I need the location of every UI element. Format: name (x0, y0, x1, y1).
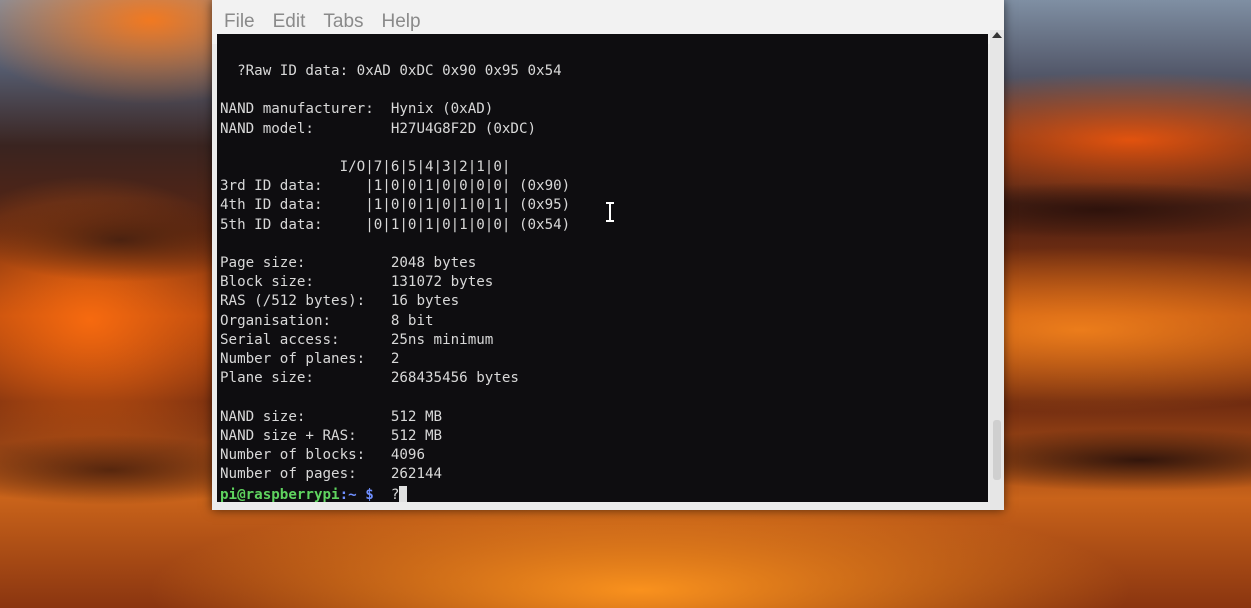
menu-file[interactable]: File (224, 11, 255, 33)
prompt-input: ? (373, 487, 400, 502)
terminal-line: NAND manufacturer: Hynix (0xAD) (220, 101, 494, 118)
terminal-area[interactable]: ?Raw ID data: 0xAD 0xDC 0x90 0x95 0x54 N… (217, 34, 988, 502)
terminal-window: File Edit Tabs Help ?Raw ID data: 0xAD 0… (212, 0, 1004, 510)
prompt-user-host: pi@raspberrypi (220, 487, 340, 502)
terminal-line: ?Raw ID data: 0xAD 0xDC 0x90 0x95 0x54 (237, 63, 562, 79)
vertical-scrollbar[interactable] (990, 30, 1004, 510)
scrollbar-thumb[interactable] (993, 420, 1001, 480)
terminal-line: I/O|7|6|5|4|3|2|1|0| (339, 159, 511, 176)
terminal-line: 5th ID data: |0|1|0|1|0|1|0|0| (0x54) (220, 216, 571, 233)
terminal-line: Number of planes: 2 (220, 351, 400, 368)
scroll-up-arrow-icon[interactable] (992, 32, 1002, 38)
text-cursor (399, 486, 408, 502)
terminal-line: Organisation: 8 bit (220, 312, 434, 329)
menu-edit[interactable]: Edit (273, 11, 306, 33)
ibeam-cursor-icon (606, 202, 614, 222)
terminal-output: ?Raw ID data: 0xAD 0xDC 0x90 0x95 0x54 N… (220, 62, 570, 484)
menu-help[interactable]: Help (382, 11, 421, 33)
menu-tabs[interactable]: Tabs (323, 11, 363, 33)
prompt-path: :~ $ (339, 487, 374, 502)
terminal-line: 3rd ID data: |1|0|0|1|0|0|0|0| (0x90) (220, 178, 571, 195)
command-prompt[interactable]: pi@raspberrypi:~ $ ? (220, 486, 408, 502)
terminal-line: NAND size: 512 MB (220, 408, 443, 425)
terminal-line: Serial access: 25ns minimum (220, 331, 494, 348)
terminal-line: Number of pages: 262144 (220, 466, 443, 483)
terminal-line: 4th ID data: |1|0|0|1|0|1|0|1| (0x95) (220, 197, 571, 214)
terminal-line: Page size: 2048 bytes (220, 255, 477, 272)
terminal-line: Plane size: 268435456 bytes (220, 370, 519, 387)
terminal-line: RAS (/512 bytes): 16 bytes (220, 293, 460, 310)
terminal-line: NAND model: H27U4G8F2D (0xDC) (220, 120, 537, 137)
terminal-line: NAND size + RAS: 512 MB (220, 427, 443, 444)
terminal-line: Number of blocks: 4096 (220, 447, 425, 464)
terminal-line: Block size: 131072 bytes (220, 274, 494, 291)
